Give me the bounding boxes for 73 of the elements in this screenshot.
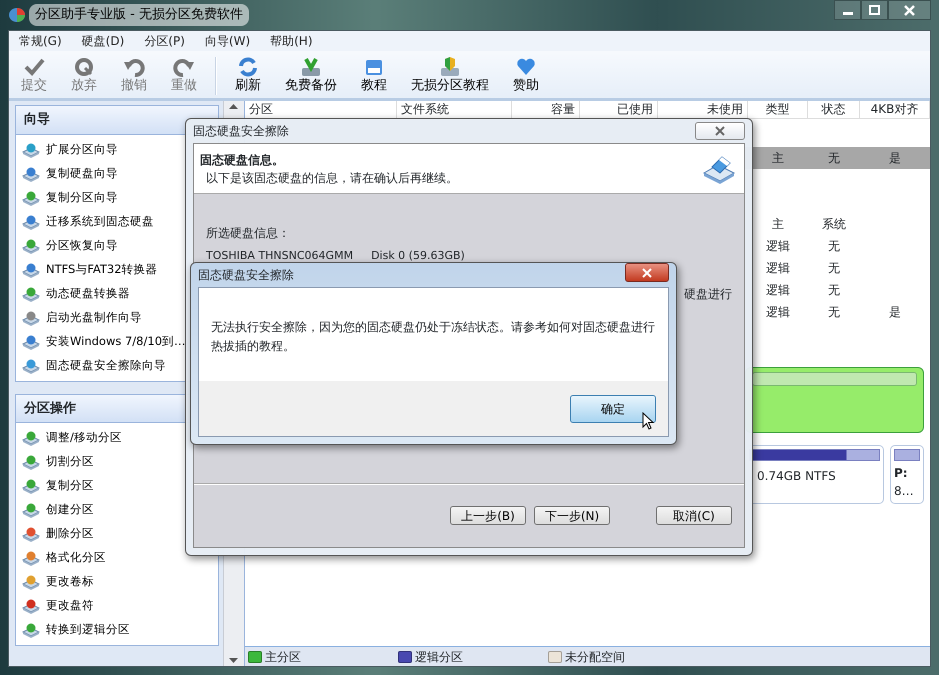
- legend-label: 逻辑分区: [415, 648, 463, 666]
- close-button[interactable]: [888, 0, 931, 20]
- dialog-title: 固态硬盘安全擦除: [198, 267, 294, 284]
- message-text: 无法执行安全擦除，因为您的固态硬盘仍处于冻结状态。请参考如何对固态硬盘进行热拔插的教程。: [199, 288, 668, 381]
- disk-model: TOSHIBA THNSNC064GMM: [206, 248, 354, 264]
- description-text: 硬盘进行: [684, 286, 732, 300]
- toolbar-button[interactable]: 刷新: [229, 54, 267, 95]
- down-arrow-icon: [229, 658, 238, 663]
- partition-size: 8…: [894, 483, 915, 500]
- menu-item[interactable]: 分区(P): [134, 31, 195, 51]
- menu-item[interactable]: 向导(W): [194, 31, 260, 51]
- dialog-subtitle: 以下是该固态硬盘的信息，请在确认后再继续。: [205, 170, 458, 186]
- sidebar-item[interactable]: 更改盘符: [16, 594, 218, 618]
- dialog-button[interactable]: 取消(C): [656, 506, 732, 525]
- toolbar-button[interactable]: 免费备份: [279, 54, 343, 95]
- undo-icon: [123, 56, 145, 78]
- legend-label: 主分区: [265, 648, 301, 666]
- dialog-button[interactable]: 下一步(N): [534, 506, 610, 525]
- table-cell-text: 无: [827, 260, 841, 277]
- table-cell-text: 逻辑: [765, 304, 791, 321]
- ok-button[interactable]: 确定: [570, 394, 656, 422]
- partition-card[interactable]: P: 8…: [890, 445, 924, 504]
- dialog-title: 固态硬盘安全擦除: [193, 123, 289, 140]
- redo-icon: [173, 56, 195, 78]
- close-button[interactable]: [695, 122, 745, 140]
- cursor-icon: [642, 412, 654, 430]
- dialog-heading: 固态硬盘信息。: [200, 152, 285, 168]
- table-cell-text: 无: [827, 282, 841, 299]
- check-icon: [23, 56, 45, 78]
- disk-arrows-icon: [300, 56, 322, 78]
- table-cell-text: 主: [771, 150, 785, 167]
- toolbar-button[interactable]: 赞助: [507, 54, 545, 95]
- column-header[interactable]: 4KB对齐: [860, 101, 930, 118]
- toolbar-button[interactable]: 教程: [355, 54, 393, 95]
- maximize-button[interactable]: [861, 0, 888, 20]
- table-cell-text: 无: [827, 304, 841, 321]
- table-cell-text: 逻辑: [765, 260, 791, 277]
- table-cell-text: 系统: [821, 216, 847, 233]
- usage-bar: [894, 449, 920, 461]
- minimize-icon: [842, 12, 852, 14]
- table-cell-text: 无: [827, 150, 841, 167]
- close-icon: [641, 268, 653, 278]
- legend-label: 未分配空间: [565, 648, 625, 666]
- disk-name: Disk 0 (59.63GB): [371, 248, 465, 264]
- minimize-button[interactable]: [834, 0, 861, 20]
- section-label: 所选硬盘信息：: [206, 225, 291, 242]
- menu-item[interactable]: 硬盘(D): [72, 31, 134, 51]
- window-title: 分区助手专业版 - 无损分区免费软件: [29, 4, 249, 26]
- dialog-button[interactable]: 上一步(B): [450, 506, 526, 525]
- up-arrow-icon: [229, 104, 238, 109]
- column-header[interactable]: 状态: [808, 101, 860, 118]
- drive-letter: P:: [894, 465, 909, 482]
- sidebar-item[interactable]: 更改卷标: [16, 570, 218, 594]
- column-header[interactable]: 类型: [748, 101, 808, 118]
- refresh-icon: [237, 56, 259, 78]
- toolbar-button[interactable]: 无损分区教程: [405, 54, 495, 95]
- sidebar-item[interactable]: 转换到逻辑分区: [16, 618, 218, 642]
- app-logo-icon: [8, 7, 26, 23]
- table-cell-text: 是: [888, 150, 902, 167]
- menu-item[interactable]: 常规(G): [9, 31, 72, 51]
- table-cell-text: 是: [888, 304, 902, 321]
- close-icon: [714, 126, 726, 136]
- close-icon: [904, 4, 915, 16]
- partition-size: 0.74GB NTFS: [756, 468, 837, 485]
- table-cell-text: 主: [771, 216, 785, 233]
- table-cell-text: 逻辑: [765, 282, 791, 299]
- menu-item[interactable]: 帮助(H): [260, 31, 323, 51]
- table-cell-text: 逻辑: [765, 238, 791, 255]
- close-button[interactable]: [625, 263, 669, 282]
- maximize-icon: [869, 4, 880, 16]
- ring-icon: [73, 56, 95, 78]
- table-cell-text: 无: [827, 238, 841, 255]
- shield-icon: [439, 56, 461, 78]
